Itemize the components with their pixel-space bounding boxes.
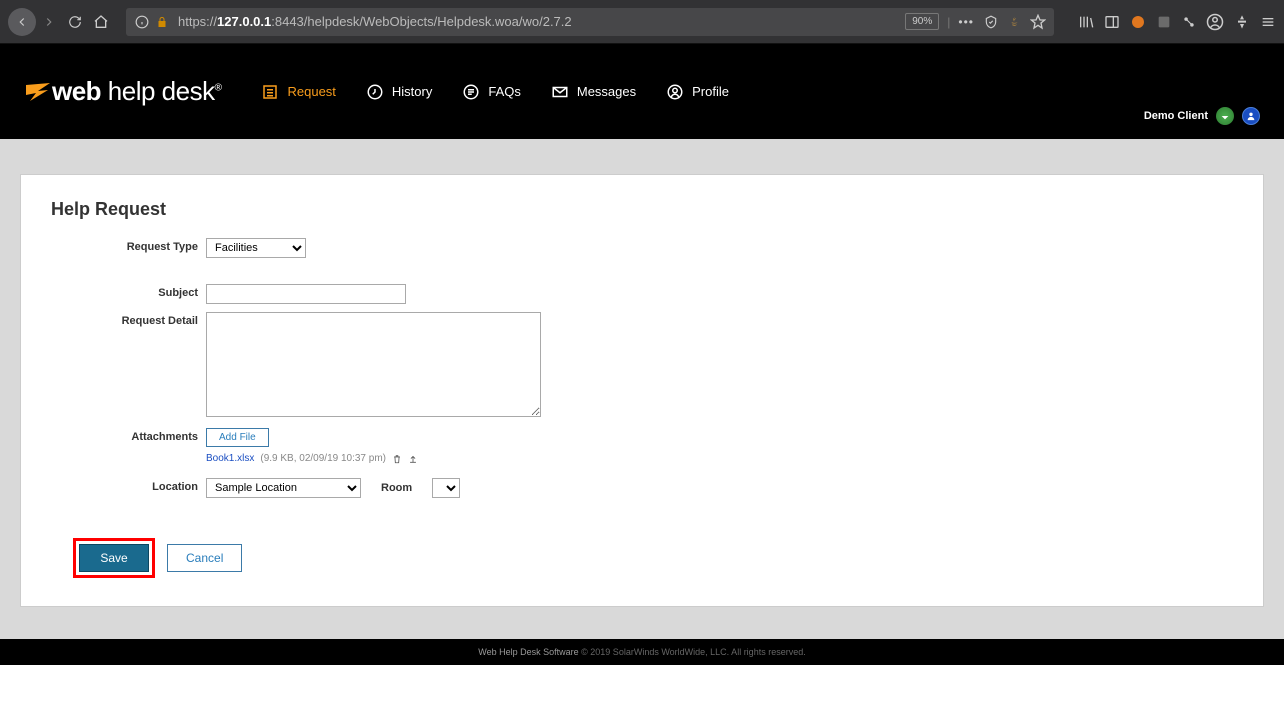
reload-button[interactable] — [62, 9, 88, 35]
room-select[interactable] — [432, 478, 460, 498]
footer: Web Help Desk Software © 2019 SolarWinds… — [0, 639, 1284, 665]
address-bar[interactable]: https://127.0.0.1:8443/helpdesk/WebObjec… — [126, 8, 1054, 36]
main-nav: Request History FAQs Messages Profile — [261, 83, 729, 101]
library-icon[interactable] — [1078, 14, 1094, 30]
back-button[interactable] — [8, 8, 36, 36]
location-select[interactable]: Sample Location — [206, 478, 361, 498]
home-button[interactable] — [88, 9, 114, 35]
attachment-filename[interactable]: Book1.xlsx — [206, 453, 254, 464]
clock-icon — [366, 83, 384, 101]
protection-icon[interactable] — [984, 15, 998, 29]
request-detail-label: Request Detail — [51, 312, 206, 327]
location-label: Location — [51, 478, 206, 493]
site-info-icon[interactable] — [134, 14, 150, 30]
bookmark-icon[interactable] — [1030, 14, 1046, 30]
user-info: Demo Client — [1144, 107, 1260, 125]
extension-icon-2[interactable] — [1156, 14, 1172, 30]
menu-icon[interactable] — [1260, 14, 1276, 30]
page-title: Help Request — [51, 199, 1233, 220]
subject-input[interactable] — [206, 284, 406, 304]
request-type-select[interactable]: Facilities — [206, 238, 306, 258]
zoom-indicator[interactable]: 90% — [905, 13, 939, 30]
nav-profile[interactable]: Profile — [666, 83, 729, 101]
subject-label: Subject — [51, 284, 206, 299]
nav-messages[interactable]: Messages — [551, 83, 636, 101]
save-highlight: Save — [73, 538, 155, 578]
java-icon[interactable] — [1008, 15, 1020, 29]
faq-icon — [462, 83, 480, 101]
download-attachment-icon[interactable] — [408, 454, 418, 464]
nav-faqs[interactable]: FAQs — [462, 83, 521, 101]
logo-text: web help desk® — [52, 76, 221, 107]
extension-icon-1[interactable] — [1130, 14, 1146, 30]
url-text: https://127.0.0.1:8443/helpdesk/WebObjec… — [178, 14, 897, 29]
forward-button[interactable] — [36, 9, 62, 35]
cancel-button[interactable]: Cancel — [167, 544, 242, 572]
help-request-panel: Help Request Request Type Facilities Sub… — [20, 174, 1264, 607]
app-header: web help desk® Request History FAQs Mess… — [0, 44, 1284, 139]
nav-request[interactable]: Request — [261, 83, 335, 101]
delete-attachment-icon[interactable] — [392, 454, 402, 464]
lock-warning-icon[interactable] — [154, 14, 170, 30]
add-file-button[interactable]: Add File — [206, 428, 269, 447]
mail-icon — [551, 83, 569, 101]
request-type-label: Request Type — [51, 238, 206, 253]
request-detail-textarea[interactable] — [206, 312, 541, 417]
extension-icon-3[interactable] — [1182, 15, 1196, 29]
status-badge[interactable] — [1216, 107, 1234, 125]
attachment-meta: (9.9 KB, 02/09/19 10:37 pm) — [260, 453, 386, 464]
account-icon[interactable] — [1206, 13, 1224, 31]
customize-icon[interactable] — [1234, 14, 1250, 30]
more-icon[interactable]: ••• — [958, 15, 974, 29]
logo-icon — [24, 81, 52, 103]
profile-icon — [666, 83, 684, 101]
user-avatar-icon[interactable] — [1242, 107, 1260, 125]
save-button[interactable]: Save — [79, 544, 149, 572]
footer-link[interactable]: Web Help Desk Software — [478, 647, 578, 657]
nav-history[interactable]: History — [366, 83, 432, 101]
user-name: Demo Client — [1144, 110, 1208, 122]
list-icon — [261, 83, 279, 101]
browser-toolbar: https://127.0.0.1:8443/helpdesk/WebObjec… — [0, 0, 1284, 44]
page-body: Help Request Request Type Facilities Sub… — [0, 139, 1284, 639]
attachments-label: Attachments — [51, 428, 206, 443]
sidebar-icon[interactable] — [1104, 14, 1120, 30]
room-label: Room — [381, 482, 412, 494]
logo[interactable]: web help desk® — [24, 76, 221, 107]
